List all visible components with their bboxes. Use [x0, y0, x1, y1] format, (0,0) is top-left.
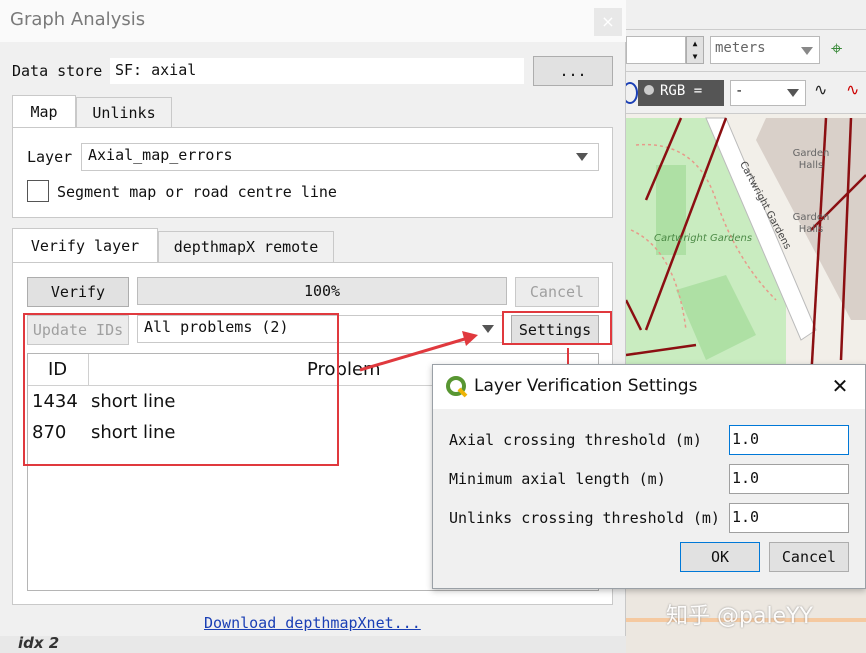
settings-dialog-title: Layer Verification Settings — [474, 376, 698, 396]
minimum-axial-length-field[interactable]: 1.0 — [729, 464, 849, 494]
axial-crossing-label: Axial crossing threshold (m) — [449, 431, 702, 449]
axial-crossing-field[interactable]: 1.0 — [729, 425, 849, 455]
arrowhead-icon — [462, 331, 478, 346]
settings-title-bar: Layer Verification Settings ✕ — [433, 365, 865, 409]
settings-cancel-button[interactable]: Cancel — [769, 542, 849, 572]
unlinks-crossing-label: Unlinks crossing threshold (m) — [449, 509, 720, 527]
qgis-logo-icon — [446, 376, 468, 398]
settings-close-button[interactable]: ✕ — [828, 374, 852, 398]
unlinks-crossing-field[interactable]: 1.0 — [729, 503, 849, 533]
ok-button[interactable]: OK — [680, 542, 760, 572]
layer-verification-settings-dialog: Layer Verification Settings ✕ Axial cros… — [432, 364, 866, 589]
minimum-axial-length-label: Minimum axial length (m) — [449, 470, 666, 488]
